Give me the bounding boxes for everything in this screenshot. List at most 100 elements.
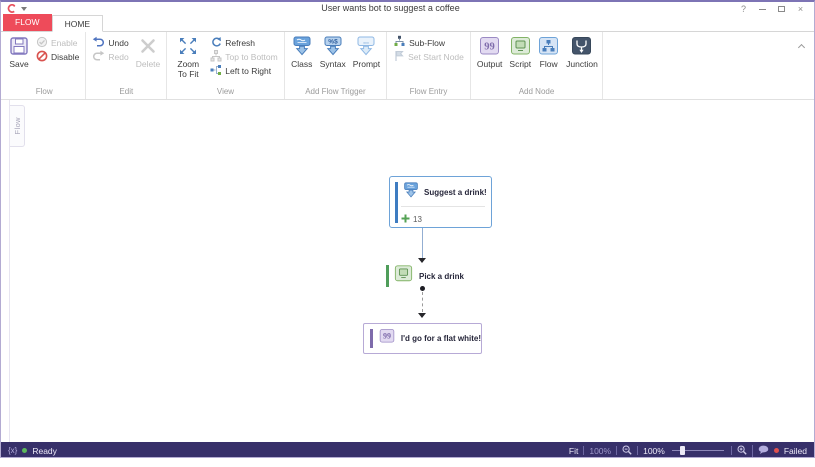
app-window: User wants bot to suggest a coffee ? × F… — [0, 0, 815, 458]
undo-icon — [92, 35, 105, 50]
window-controls: ? × — [734, 3, 814, 15]
ribbon-group-flow-entry: Sub-Flow Set Start Node Flow Entry — [387, 32, 471, 99]
script-node-title: Pick a drink — [419, 271, 464, 281]
undo-button[interactable]: Undo — [90, 36, 130, 49]
add-junction-node-button[interactable]: Junction — [564, 34, 598, 70]
prompt-trigger-icon: ... — [355, 36, 377, 59]
tab-home[interactable]: HOME — [51, 15, 104, 32]
set-start-node-button[interactable]: Set Start Node — [391, 50, 466, 63]
enable-icon — [36, 36, 48, 50]
delete-button[interactable]: Delete — [134, 34, 163, 70]
maximize-button[interactable] — [772, 3, 791, 15]
left-to-right-icon — [210, 64, 222, 78]
script-node-icon — [394, 264, 413, 288]
group-label-flow-entry: Flow Entry — [409, 87, 448, 96]
junction-node-icon — [571, 36, 592, 59]
tryout-chat-icon[interactable] — [758, 445, 769, 457]
ribbon-group-flow: Save Enable Disable Flow — [3, 32, 87, 99]
script-node-accent-bar — [386, 265, 389, 287]
save-icon — [9, 36, 29, 59]
ribbon-group-view: Zoom To Fit Refresh Top to Bottom Left t… — [167, 32, 285, 99]
separator — [637, 446, 639, 455]
script-node[interactable]: Pick a drink — [386, 264, 464, 288]
output-node-icon: 99 — [479, 36, 500, 59]
add-transition-icon[interactable] — [401, 210, 410, 228]
svg-text:...: ... — [364, 38, 370, 45]
enable-button[interactable]: Enable — [34, 36, 81, 49]
failed-status-dot — [773, 448, 779, 453]
output-node-accent-bar — [370, 329, 373, 348]
group-label-view: View — [216, 87, 235, 96]
minimize-button[interactable] — [753, 3, 772, 15]
separator — [751, 444, 753, 457]
add-output-node-button[interactable]: 99 Output — [475, 34, 505, 70]
connector-dot[interactable] — [420, 286, 425, 291]
add-script-node-button[interactable]: Script — [507, 34, 533, 70]
ribbon-group-add-node: 99 Output Script Flow Junction Add Node — [471, 32, 604, 99]
quick-access-caret-icon[interactable] — [21, 6, 27, 11]
trigger-node-divider — [401, 206, 485, 207]
separator — [616, 446, 618, 455]
disable-button[interactable]: Disable — [34, 50, 81, 63]
zoom-value: 100% — [643, 445, 665, 456]
ribbon-group-add-flow-trigger: Class %$ Syntax ... Prompt Add Flow Trig… — [285, 32, 388, 99]
flow-node-icon — [538, 36, 559, 59]
redo-button[interactable]: Redo — [90, 50, 130, 63]
help-button[interactable]: ? — [734, 3, 753, 15]
ribbon-group-edit: Undo Redo Delete Edit — [86, 32, 168, 99]
svg-text:99: 99 — [383, 332, 391, 341]
transition-count: 13 — [413, 214, 422, 224]
connector-arrowhead — [418, 258, 426, 263]
sub-flow-icon — [393, 35, 406, 50]
ribbon-tab-row: FLOW HOME — [1, 14, 814, 32]
class-trigger-button[interactable]: Class — [289, 34, 315, 70]
group-label-add-node: Add Node — [518, 87, 555, 96]
sub-flow-button[interactable]: Sub-Flow — [391, 35, 466, 50]
ready-status-text: Ready — [32, 445, 57, 456]
variables-icon[interactable]: {x} — [8, 446, 17, 455]
zoom-slider[interactable] — [671, 446, 724, 455]
tab-flow[interactable]: FLOW — [3, 14, 52, 31]
class-trigger-node-icon — [402, 182, 420, 203]
flow-canvas[interactable]: Flow Suggest a drink! 13 Pick a drink 99… — [1, 100, 814, 442]
zoom-in-icon[interactable] — [737, 445, 747, 457]
collapse-ribbon-icon[interactable] — [797, 37, 806, 55]
group-label-flow: Flow — [35, 87, 53, 96]
refresh-button[interactable]: Refresh — [208, 36, 279, 49]
fit-zoom-value: 100% — [589, 445, 612, 456]
top-to-bottom-icon — [210, 49, 222, 64]
ready-status-dot — [22, 448, 28, 453]
left-to-right-button[interactable]: Left to Right — [208, 64, 279, 77]
output-node[interactable]: 99 I'd go for a flat white! — [363, 323, 482, 354]
status-bar: {x} Ready Fit 100% 100% Failed — [1, 442, 814, 457]
syntax-trigger-icon: %$ — [322, 36, 344, 59]
syntax-trigger-button[interactable]: %$ Syntax — [318, 34, 348, 70]
svg-text:%$: %$ — [328, 39, 338, 46]
delete-icon — [138, 36, 158, 59]
fit-zoom-button[interactable]: Fit — [569, 446, 578, 456]
group-label-add-flow-trigger: Add Flow Trigger — [305, 87, 366, 96]
top-to-bottom-button[interactable]: Top to Bottom — [208, 49, 279, 64]
class-trigger-icon — [291, 36, 313, 59]
zoom-out-icon[interactable] — [622, 445, 632, 457]
flow-side-tab[interactable]: Flow — [10, 105, 25, 147]
add-flow-node-button[interactable]: Flow — [536, 34, 561, 70]
save-button[interactable]: Save — [7, 34, 31, 70]
separator — [730, 446, 732, 455]
connector-line — [422, 228, 423, 258]
close-button[interactable]: × — [791, 3, 810, 15]
prompt-trigger-button[interactable]: ... Prompt — [351, 34, 382, 70]
title-bar: User wants bot to suggest a coffee ? × — [1, 2, 814, 15]
zoom-slider-handle[interactable] — [679, 446, 685, 455]
redo-icon — [92, 49, 105, 64]
connector-arrowhead — [418, 313, 426, 318]
window-title: User wants bot to suggest a coffee — [321, 3, 460, 13]
group-label-edit: Edit — [119, 87, 134, 96]
separator — [583, 446, 585, 455]
ribbon: Save Enable Disable Flow Undo Redo Delet… — [1, 32, 814, 100]
set-start-node-icon — [393, 50, 405, 64]
trigger-node[interactable]: Suggest a drink! 13 — [389, 176, 492, 228]
zoom-to-fit-button[interactable]: Zoom To Fit — [171, 34, 205, 79]
zoom-to-fit-icon — [178, 36, 198, 59]
disable-icon — [36, 50, 48, 64]
